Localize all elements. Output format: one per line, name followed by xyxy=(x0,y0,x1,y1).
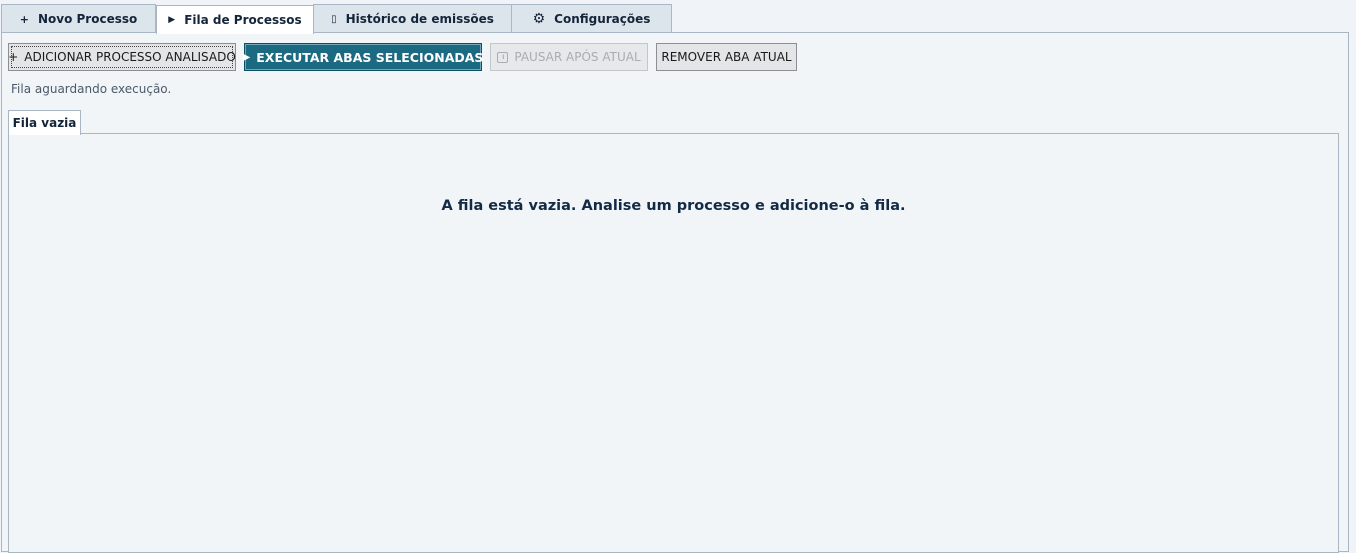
gear-icon: ⚙ xyxy=(532,11,546,27)
tab-novo-processo[interactable]: + Novo Processo xyxy=(1,4,156,33)
add-analyzed-process-button[interactable]: + ADICIONAR PROCESSO ANALISADO xyxy=(8,43,236,71)
remove-current-tab-button[interactable]: REMOVER ABA ATUAL xyxy=(656,43,797,71)
pause-icon: II xyxy=(497,51,509,63)
tab-fila-vazia[interactable]: Fila vazia xyxy=(8,110,81,135)
tab-label: Fila de Processos xyxy=(184,13,302,27)
tab-label: Configurações xyxy=(554,12,651,26)
document-icon: ▯ xyxy=(331,13,337,25)
play-icon: ▶ xyxy=(242,51,251,63)
execute-selected-tabs-button[interactable]: ▶ EXECUTAR ABAS SELECIONADAS xyxy=(242,43,484,71)
pause-button-label: PAUSAR APÓS ATUAL xyxy=(514,50,641,64)
execute-button-label: EXECUTAR ABAS SELECIONADAS xyxy=(256,49,484,65)
remove-button-label: REMOVER ABA ATUAL xyxy=(661,50,792,64)
add-button-label: ADICIONAR PROCESSO ANALISADO xyxy=(24,50,236,64)
pause-after-current-button[interactable]: II PAUSAR APÓS ATUAL xyxy=(490,43,648,71)
plus-icon: + xyxy=(19,12,29,26)
empty-queue-message: A fila está vazia. Analise um processo e… xyxy=(441,198,906,214)
queue-status-text: Fila aguardando execução. xyxy=(11,82,172,96)
queue-content-panel: A fila está vazia. Analise um processo e… xyxy=(8,133,1339,553)
play-icon: ▶ xyxy=(168,15,176,25)
tab-label: Novo Processo xyxy=(37,12,138,26)
tab-historico-de-emissoes[interactable]: ▯ Histórico de emissões xyxy=(313,4,512,33)
tab-label: Histórico de emissões xyxy=(345,12,494,26)
plus-icon: + xyxy=(8,50,19,64)
tab-fila-de-processos[interactable]: ▶ Fila de Processos xyxy=(156,5,314,34)
main-tab-bar: + Novo Processo ▶ Fila de Processos ▯ Hi… xyxy=(0,0,1356,34)
tab-configuracoes[interactable]: ⚙ Configurações xyxy=(511,4,672,33)
inner-tab-label: Fila vazia xyxy=(12,116,77,130)
